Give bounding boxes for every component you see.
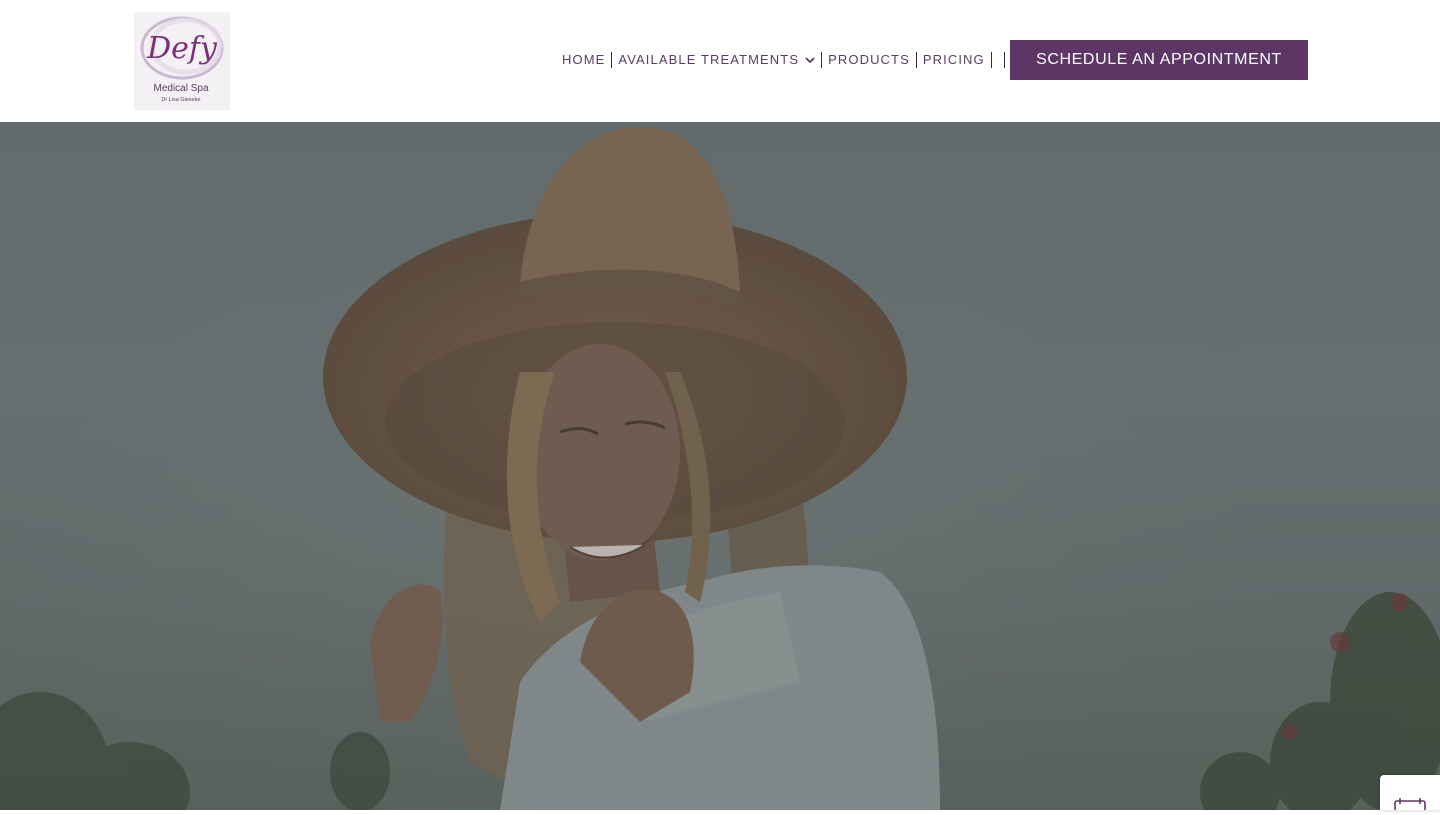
nav-divider xyxy=(821,52,823,68)
logo-emblem-icon: Defy Medical Spa Dr Lisa Gieseke xyxy=(140,16,224,103)
nav-treatments-label: AVAILABLE TREATMENTS xyxy=(618,52,800,67)
site-header: Defy Medical Spa Dr Lisa Gieseke HOME AV… xyxy=(0,0,1440,122)
nav-item-products[interactable]: PRODUCTS xyxy=(828,50,910,70)
booking-widget-tab[interactable] xyxy=(1380,775,1440,814)
schedule-appointment-button[interactable]: SCHEDULE AN APPOINTMENT xyxy=(1010,40,1308,80)
nav-divider xyxy=(611,52,613,68)
chevron-down-icon xyxy=(805,50,815,70)
nav-divider xyxy=(915,52,917,68)
hero-overlay xyxy=(0,122,1440,810)
nav-pricing-label: PRICING xyxy=(922,52,985,67)
nav-item-available-treatments[interactable]: AVAILABLE TREATMENTS xyxy=(618,50,815,70)
logo-tagline: Medical Spa xyxy=(153,83,208,94)
hero-video xyxy=(0,122,1440,810)
site-logo[interactable]: Defy Medical Spa Dr Lisa Gieseke xyxy=(134,12,230,110)
nav-products-label: PRODUCTS xyxy=(828,52,910,67)
nav-home-label: HOME xyxy=(562,52,606,67)
calendar-icon xyxy=(1394,798,1426,814)
nav-item-pricing[interactable]: PRICING xyxy=(923,50,985,70)
main-nav: HOME AVAILABLE TREATMENTS PRODUCTS PRICI… xyxy=(562,50,1011,70)
nav-divider xyxy=(990,52,992,68)
logo-script-text: Defy xyxy=(146,31,218,66)
nav-divider xyxy=(1003,52,1005,68)
nav-item-home[interactable]: HOME xyxy=(562,50,605,70)
logo-doctor-name: Dr Lisa Gieseke xyxy=(161,97,200,103)
